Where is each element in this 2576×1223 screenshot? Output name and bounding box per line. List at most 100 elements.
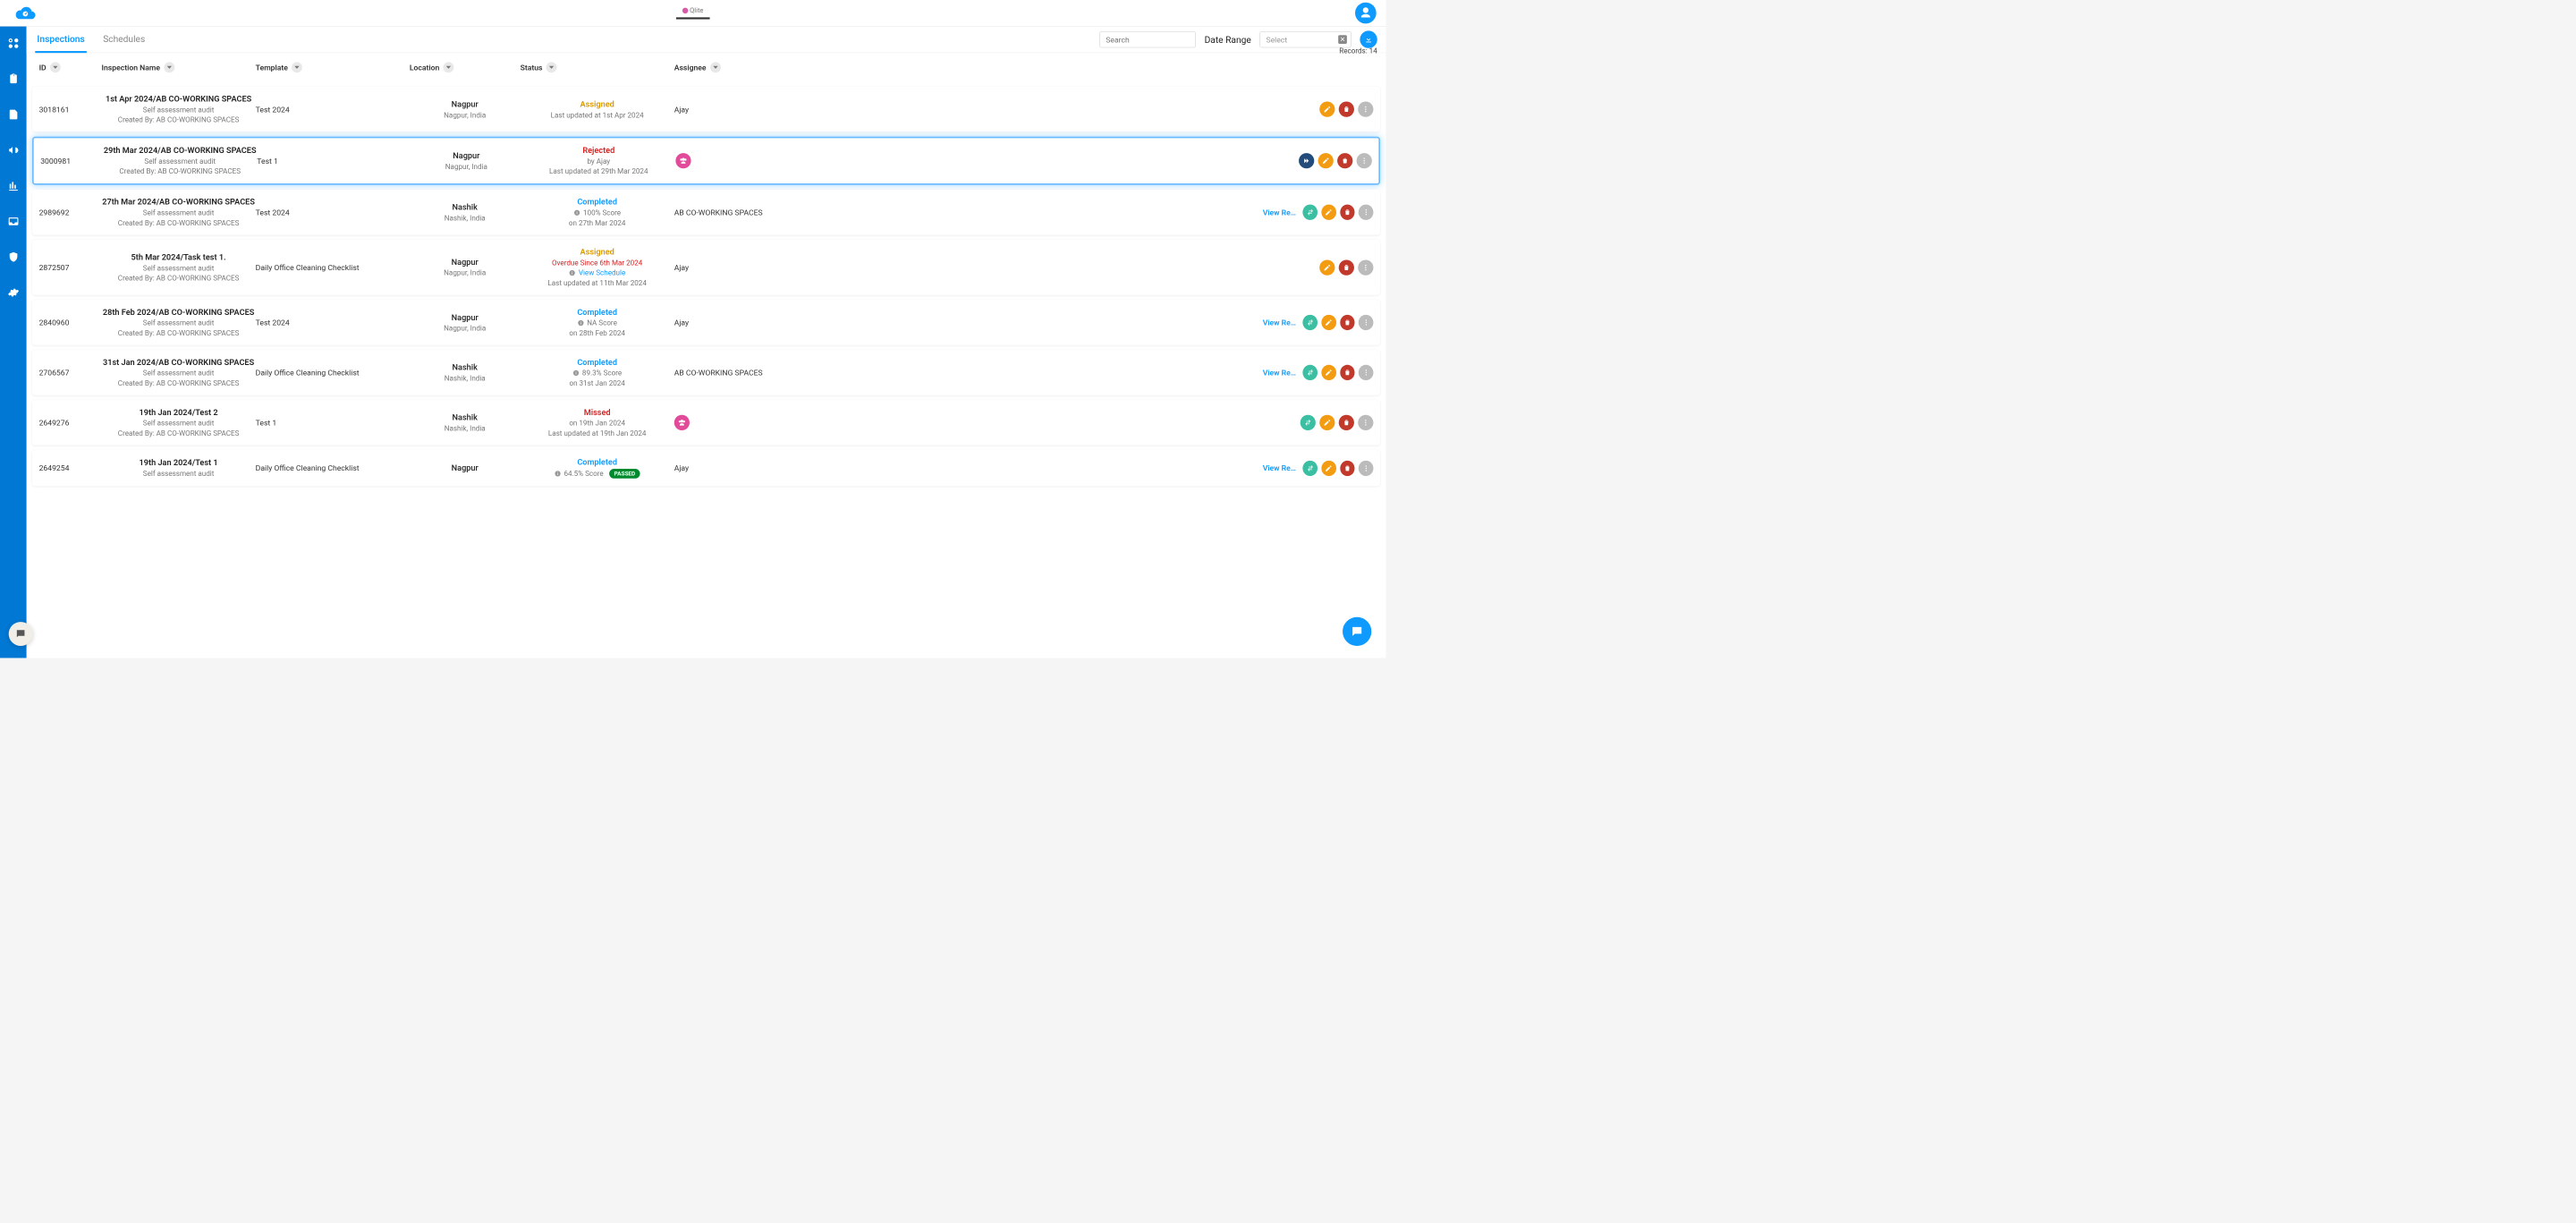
swap-button[interactable]	[1303, 205, 1318, 220]
del-button[interactable]	[1340, 365, 1355, 380]
view-report-link[interactable]: View Re…	[1263, 463, 1296, 472]
tab-schedules[interactable]: Schedules	[101, 26, 147, 53]
edit-button[interactable]	[1321, 205, 1336, 220]
more-button[interactable]	[1358, 415, 1373, 430]
del-button[interactable]	[1339, 259, 1354, 275]
cell-location: Nagpur	[410, 463, 521, 473]
more-button[interactable]	[1359, 461, 1374, 476]
date-range-label: Date Range	[1205, 34, 1251, 45]
view-schedule-link[interactable]: View Schedule	[579, 268, 625, 277]
swap-button[interactable]	[1303, 365, 1318, 380]
inbox-icon[interactable]	[7, 215, 20, 227]
cloud-logo-icon[interactable]	[10, 4, 38, 21]
cell-template: Test 1	[256, 418, 410, 427]
del-button[interactable]	[1340, 205, 1355, 220]
clipboard-icon[interactable]	[7, 72, 20, 85]
filter-name-icon[interactable]	[164, 62, 174, 72]
cell-actions	[1263, 259, 1374, 275]
del-button[interactable]	[1340, 315, 1355, 330]
filter-id-icon[interactable]	[50, 62, 61, 72]
swap-button[interactable]	[1303, 461, 1318, 476]
tab-inspections[interactable]: Inspections	[35, 26, 87, 53]
cell-assignee: Ajay	[674, 105, 795, 114]
assignee-group-icon[interactable]	[674, 415, 690, 430]
shield-icon[interactable]	[7, 251, 20, 263]
edit-button[interactable]	[1319, 415, 1335, 430]
date-range-select[interactable]: Select ✕	[1259, 31, 1351, 47]
table-row[interactable]: 270656731st Jan 2024/AB CO-WORKING SPACE…	[32, 350, 1380, 395]
cell-name: 28th Feb 2024/AB CO-WORKING SPACES Self …	[102, 308, 256, 337]
cell-actions: View Re…	[1263, 365, 1374, 380]
gear-icon[interactable]	[7, 286, 20, 299]
filter-template-icon[interactable]	[292, 62, 302, 72]
cell-id: 2649254	[39, 463, 102, 472]
cell-location: Nashik Nashik, India	[410, 362, 521, 382]
cell-template: Test 1	[257, 157, 411, 166]
cell-name: 19th Jan 2024/Test 1 Self assessment aud…	[102, 458, 256, 478]
more-button[interactable]	[1359, 315, 1374, 330]
edit-button[interactable]	[1321, 365, 1336, 380]
cell-status: Missedon 19th Jan 2024Last updated at 19…	[521, 408, 674, 437]
filter-status-icon[interactable]	[547, 62, 557, 72]
cell-status: Rejectedby AjayLast updated at 29th Mar …	[521, 146, 675, 175]
filter-location-icon[interactable]	[444, 62, 454, 72]
table-row[interactable]: 300098129th Mar 2024/AB CO-WORKING SPACE…	[32, 137, 1380, 185]
del-button[interactable]	[1337, 153, 1352, 168]
cell-id: 2989692	[39, 208, 102, 217]
filter-assignee-icon[interactable]	[710, 62, 721, 72]
del-button[interactable]	[1339, 102, 1354, 117]
cell-actions	[1261, 153, 1372, 168]
table-row[interactable]: 264927619th Jan 2024/Test 2 Self assessm…	[32, 400, 1380, 446]
cell-name: 5th Mar 2024/Task test 1. Self assessmen…	[102, 252, 256, 282]
more-button[interactable]	[1357, 153, 1372, 168]
view-report-link[interactable]: View Re…	[1263, 318, 1296, 327]
del-button[interactable]	[1340, 461, 1355, 476]
cell-name: 1st Apr 2024/AB CO-WORKING SPACES Self a…	[102, 94, 256, 123]
swap-button[interactable]	[1301, 415, 1316, 430]
table-row[interactable]: 28725075th Mar 2024/Task test 1. Self as…	[32, 240, 1380, 295]
cell-assignee	[675, 153, 796, 168]
edit-button[interactable]	[1321, 461, 1336, 476]
view-report-link[interactable]: View Re…	[1263, 208, 1296, 217]
avatar-button[interactable]	[1355, 3, 1377, 24]
more-button[interactable]	[1358, 102, 1373, 117]
cell-assignee	[674, 415, 795, 430]
table-row[interactable]: 284096028th Feb 2024/AB CO-WORKING SPACE…	[32, 300, 1380, 345]
edit-button[interactable]	[1319, 102, 1335, 117]
cell-assignee: AB CO-WORKING SPACES	[674, 368, 795, 377]
assignee-group-icon[interactable]	[675, 153, 691, 168]
cell-actions: View Re…	[1263, 461, 1374, 476]
fwd-button[interactable]	[1299, 153, 1314, 168]
apps-icon[interactable]	[7, 37, 20, 49]
more-button[interactable]	[1359, 205, 1374, 220]
cell-id: 3018161	[39, 105, 102, 114]
cell-id: 2840960	[39, 318, 102, 327]
del-button[interactable]	[1339, 415, 1354, 430]
cell-name: 31st Jan 2024/AB CO-WORKING SPACES Self …	[102, 358, 256, 387]
edit-button[interactable]	[1321, 315, 1336, 330]
search-input[interactable]	[1099, 31, 1196, 47]
cell-status: AssignedLast updated at 1st Apr 2024	[521, 99, 674, 119]
view-report-link[interactable]: View Re…	[1263, 368, 1296, 377]
more-button[interactable]	[1359, 365, 1374, 380]
more-button[interactable]	[1358, 259, 1373, 275]
brand-center: Qlite	[676, 7, 710, 20]
cell-id: 2872507	[39, 263, 102, 272]
cell-status: Completed89.3% Scoreon 31st Jan 2024	[521, 358, 674, 387]
cell-name: 19th Jan 2024/Test 2 Self assessment aud…	[102, 408, 256, 437]
chat-fab-button[interactable]	[9, 622, 33, 646]
table-row[interactable]: 30181611st Apr 2024/AB CO-WORKING SPACES…	[32, 87, 1380, 132]
megaphone-icon[interactable]	[7, 144, 20, 157]
date-range-clear-icon[interactable]: ✕	[1338, 35, 1347, 44]
swap-button[interactable]	[1303, 315, 1318, 330]
table-row[interactable]: 298969227th Mar 2024/AB CO-WORKING SPACE…	[32, 190, 1380, 235]
passed-badge: PASSED	[609, 469, 640, 479]
edit-button[interactable]	[1319, 259, 1335, 275]
table-row[interactable]: 264925419th Jan 2024/Test 1 Self assessm…	[32, 450, 1380, 486]
message-fab-button[interactable]	[1343, 617, 1371, 646]
edit-button[interactable]	[1318, 153, 1334, 168]
document-icon[interactable]	[7, 108, 20, 121]
cell-status: CompletedNA Scoreon 28th Feb 2024	[521, 308, 674, 337]
analytics-icon[interactable]	[7, 180, 20, 192]
download-button[interactable]	[1360, 30, 1377, 47]
